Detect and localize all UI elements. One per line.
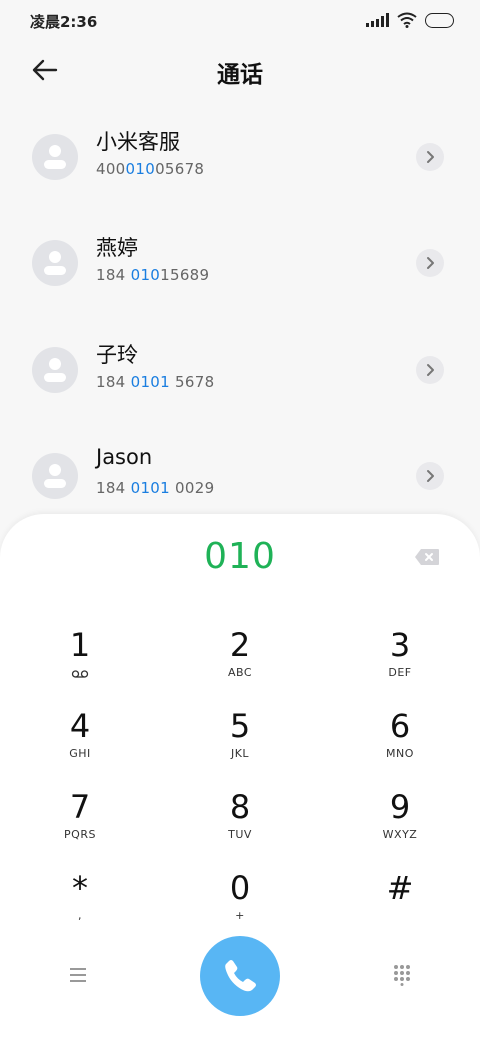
avatar-placeholder-icon (32, 134, 78, 180)
number-match-highlight: 0101 (130, 479, 170, 497)
dial-key-5[interactable]: 5 JKL (180, 707, 300, 773)
dial-key-9[interactable]: 9 WXYZ (340, 788, 460, 854)
dialed-number-display: 010 (204, 536, 276, 577)
chevron-right-icon[interactable] (416, 462, 444, 490)
dialer-screen: 凌晨2:36 通话 小米客服 40001005678 燕婷 184 010156… (0, 0, 480, 1040)
phone-icon (225, 960, 256, 992)
contact-number: 184 01015689 (96, 266, 210, 284)
avatar-placeholder-icon (32, 347, 78, 393)
chevron-right-icon[interactable] (416, 143, 444, 171)
voicemail-icon (71, 670, 89, 678)
contact-item[interactable]: 小米客服 40001005678 (0, 112, 480, 202)
chevron-right-icon[interactable] (416, 356, 444, 384)
status-icons (366, 12, 454, 28)
dial-key-0[interactable]: 0 + (180, 869, 300, 935)
backspace-icon[interactable] (414, 548, 440, 566)
number-match-highlight: 010 (125, 160, 156, 178)
signal-icon (366, 13, 389, 27)
dial-key-3[interactable]: 3 DEF (340, 626, 460, 692)
dial-key-1[interactable]: 1 (20, 626, 140, 692)
page-title: 通话 (217, 62, 263, 88)
number-match-highlight: 0101 (130, 373, 170, 391)
status-bar: 凌晨2:36 (0, 0, 480, 42)
dial-key-star[interactable]: * , (20, 869, 140, 935)
avatar-placeholder-icon (32, 453, 78, 499)
header: 通话 (0, 48, 480, 92)
contact-number: 40001005678 (96, 160, 205, 178)
chevron-right-icon[interactable] (416, 249, 444, 277)
contact-item[interactable]: 子玲 184 0101 5678 (0, 325, 480, 415)
call-button[interactable] (200, 936, 280, 1016)
contact-name: Jason (96, 445, 153, 469)
dial-key-2[interactable]: 2 ABC (180, 626, 300, 692)
dial-key-7[interactable]: 7 PQRS (20, 788, 140, 854)
contact-name: 小米客服 (96, 130, 180, 154)
dial-key-hash[interactable]: # (340, 869, 460, 935)
wifi-icon (397, 12, 417, 28)
dialpad-icon[interactable] (392, 964, 412, 986)
number-match-highlight: 010 (130, 266, 161, 284)
menu-icon[interactable] (66, 964, 90, 986)
contact-name: 子玲 (96, 343, 138, 367)
avatar-placeholder-icon (32, 240, 78, 286)
contact-number: 184 0101 0029 (96, 479, 215, 497)
contact-item[interactable]: 燕婷 184 01015689 (0, 218, 480, 308)
contact-number: 184 0101 5678 (96, 373, 215, 391)
status-time: 凌晨2:36 (30, 13, 98, 31)
contact-name: 燕婷 (96, 236, 138, 260)
dial-key-4[interactable]: 4 GHI (20, 707, 140, 773)
contact-item[interactable]: Jason 184 0101 0029 (0, 431, 480, 521)
dial-key-8[interactable]: 8 TUV (180, 788, 300, 854)
dial-key-6[interactable]: 6 MNO (340, 707, 460, 773)
battery-icon (425, 12, 454, 28)
dialpad-panel: 010 1 2 ABC 3 DEF 4 GHI 5 JKL 6 MNO 7 PQ… (0, 514, 480, 1040)
